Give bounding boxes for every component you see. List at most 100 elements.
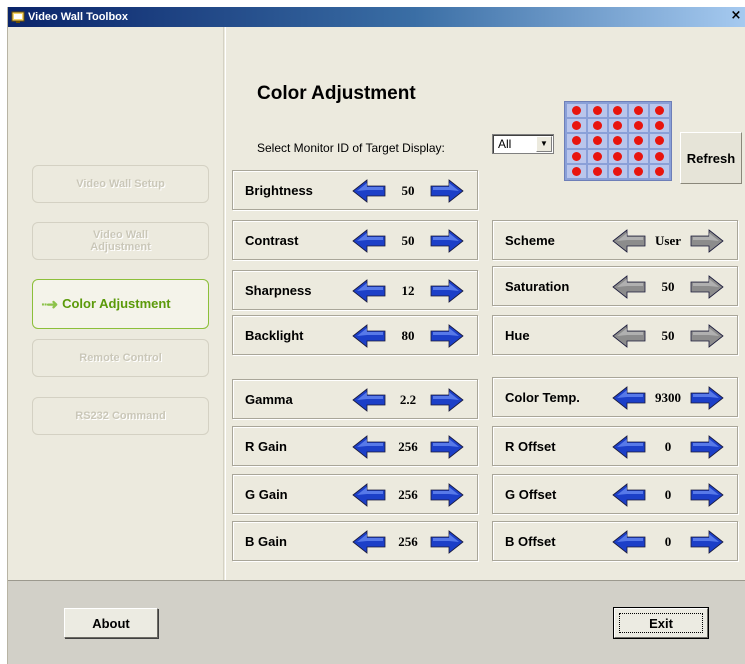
monitor-tile[interactable] [567,149,586,163]
g-offset-increase-arrow-icon[interactable] [689,482,725,508]
g-gain-increase-arrow-icon[interactable] [429,482,465,508]
b-gain-decrease-arrow-icon[interactable] [351,529,387,555]
monitor-dot-icon [655,121,665,131]
monitor-dot-icon [613,136,623,146]
contrast-decrease-arrow-icon[interactable] [351,228,387,254]
sharpness-increase-arrow-icon[interactable] [429,278,465,304]
saturation-value: 50 [661,279,675,294]
b-offset-label: B Offset [505,534,556,549]
scheme-control: Scheme User [492,220,738,260]
monitor-tile[interactable] [629,149,649,163]
nav-video-wall-adjustment: Video Wall Adjustment [32,222,209,260]
monitor-tile[interactable] [567,164,586,178]
monitor-tile[interactable] [629,134,649,148]
monitor-tile[interactable] [650,164,669,178]
exit-button[interactable]: Exit [613,607,709,639]
nav-label: Color Adjustment [62,296,171,311]
brightness-decrease-arrow-icon[interactable] [351,178,387,204]
gamma-label: Gamma [245,392,293,407]
chevron-down-icon[interactable]: ▼ [536,136,552,152]
g-gain-decrease-arrow-icon[interactable] [351,482,387,508]
monitor-tile[interactable] [608,134,628,148]
r-gain-increase-arrow-icon[interactable] [429,434,465,460]
brightness-control: Brightness 50 [232,170,478,210]
gamma-decrease-arrow-icon[interactable] [351,387,387,413]
monitor-tile[interactable] [629,104,649,118]
monitor-tile[interactable] [587,149,607,163]
monitor-grid[interactable] [564,101,672,181]
monitor-tile[interactable] [629,119,649,133]
monitor-tile[interactable] [650,134,669,148]
monitor-dot-icon [592,166,602,176]
backlight-label: Backlight [245,328,304,343]
monitor-tile[interactable] [587,134,607,148]
monitor-tile[interactable] [629,164,649,178]
refresh-button[interactable]: Refresh [680,132,742,184]
monitor-tile[interactable] [608,164,628,178]
monitor-tile[interactable] [650,104,669,118]
color-temp-decrease-arrow-icon[interactable] [611,385,647,411]
sidebar: Video Wall Setup Video Wall Adjustment ·… [8,27,224,580]
monitor-dot-icon [571,151,581,161]
scheme-label: Scheme [505,233,555,248]
contrast-increase-arrow-icon[interactable] [429,228,465,254]
monitor-id-label: Select Monitor ID of Target Display: [257,141,445,155]
g-offset-label: G Offset [505,487,557,502]
monitor-tile[interactable] [587,164,607,178]
saturation-increase-arrow-icon [689,274,725,300]
monitor-tile[interactable] [608,149,628,163]
monitor-dot-icon [613,121,623,131]
sharpness-decrease-arrow-icon[interactable] [351,278,387,304]
scheme-increase-arrow-icon [689,228,725,254]
g-offset-value: 0 [664,487,672,502]
backlight-value: 80 [401,328,415,343]
brightness-increase-arrow-icon[interactable] [429,178,465,204]
r-offset-increase-arrow-icon[interactable] [689,434,725,460]
nav-label: Video Wall Setup [76,178,165,190]
monitor-tile[interactable] [608,119,628,133]
monitor-tile[interactable] [587,104,607,118]
title-bar[interactable]: Video Wall Toolbox × [8,7,745,27]
focus-ring [619,613,703,633]
backlight-decrease-arrow-icon[interactable] [351,323,387,349]
monitor-tile[interactable] [650,149,669,163]
contrast-value: 50 [401,233,415,248]
b-offset-decrease-arrow-icon[interactable] [611,529,647,555]
footer-bar: About Exit [8,580,745,664]
g-offset-decrease-arrow-icon[interactable] [611,482,647,508]
r-gain-decrease-arrow-icon[interactable] [351,434,387,460]
nav-label: Remote Control [79,352,162,364]
b-gain-increase-arrow-icon[interactable] [429,529,465,555]
backlight-increase-arrow-icon[interactable] [429,323,465,349]
gamma-increase-arrow-icon[interactable] [429,387,465,413]
monitor-dot-icon [613,151,623,161]
hue-label: Hue [505,328,530,343]
nav-label: RS232 Command [75,410,166,422]
monitor-tile[interactable] [650,119,669,133]
b-offset-increase-arrow-icon[interactable] [689,529,725,555]
monitor-tile[interactable] [587,119,607,133]
monitor-dot-icon [592,136,602,146]
scheme-value: User [655,233,681,248]
nav-color-adjustment[interactable]: ··➜ Color Adjustment [32,279,209,329]
r-offset-value: 0 [664,439,672,454]
monitor-tile[interactable] [567,119,586,133]
hue-control: Hue 50 [492,315,738,355]
r-gain-label: R Gain [245,439,287,454]
r-offset-decrease-arrow-icon[interactable] [611,434,647,460]
active-arrow-icon: ··➜ [41,296,58,312]
monitor-dot-icon [592,151,602,161]
page-title: Color Adjustment [257,83,416,104]
monitor-tile[interactable] [608,104,628,118]
nav-rs232-command: RS232 Command [32,397,209,435]
color-temp-increase-arrow-icon[interactable] [689,385,725,411]
monitor-tile[interactable] [567,134,586,148]
close-icon[interactable]: × [728,8,744,24]
contrast-control: Contrast 50 [232,220,478,260]
monitor-tile[interactable] [567,104,586,118]
monitor-id-value: All [498,137,512,151]
monitor-id-select[interactable]: All ▼ [492,134,554,154]
monitor-dot-icon [592,106,602,116]
monitor-dot-icon [634,121,644,131]
about-button[interactable]: About [64,608,158,638]
